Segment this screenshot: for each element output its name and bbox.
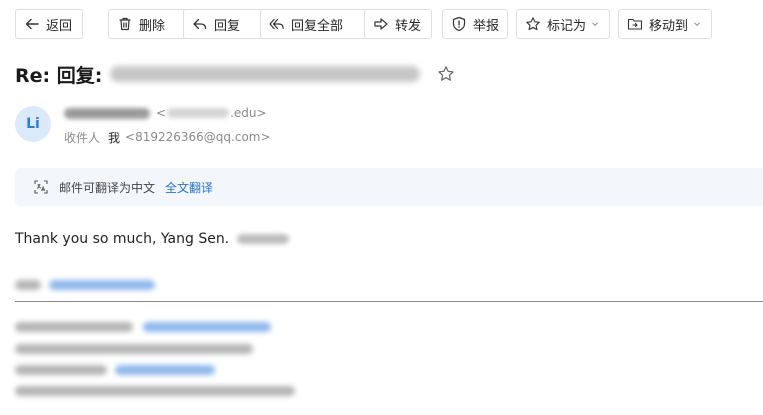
move-to-button[interactable]: 移动到 [618,9,712,39]
move-to-label: 移动到 [649,18,689,34]
reply-icon [192,16,208,32]
recipient-label: 收件人 [64,130,101,145]
delete-button[interactable]: 删除 [108,9,190,39]
quoted-link-line [15,278,155,292]
reply-all-button[interactable]: 回复全部 [260,9,371,39]
sender-addr-open: < [156,106,167,120]
email-subject: Re: 回复: [15,61,421,87]
translate-icon [33,179,49,195]
report-label: 举报 [473,18,500,34]
redacted-text [15,365,107,375]
sender-domain: .edu> [230,106,267,120]
forward-button[interactable]: 转发 [364,9,432,39]
subject-prefix: Re: 回复: [15,64,103,87]
chevron-down-icon [591,20,599,28]
redacted-text [15,386,295,396]
redacted-sender-addr [167,108,230,118]
redacted-sender-name [64,107,150,119]
redacted-link [143,322,271,332]
quoted-line [15,384,295,398]
star-outline-icon [525,16,541,32]
redacted-text [15,344,253,354]
quoted-line [15,342,253,356]
translate-notice: 邮件可翻译为中文 [59,180,156,195]
quoted-line [15,320,271,334]
redacted-text [15,280,41,290]
reply-button[interactable]: 回复 [183,9,265,39]
sender-row: < .edu> [64,104,267,122]
recipient-row: 收件人 我 <819226366@qq.com> [64,128,271,146]
forward-label: 转发 [395,18,422,34]
quoted-line [15,363,215,377]
redacted-link [115,365,215,375]
mark-as-button[interactable]: 标记为 [516,9,610,39]
folder-move-icon [627,16,643,32]
quote-divider [15,301,763,302]
mark-as-label: 标记为 [547,18,587,34]
redacted-signature [237,234,290,244]
avatar: Li [15,106,51,142]
redacted-link [49,280,155,290]
trash-icon [117,16,133,32]
star-icon[interactable] [437,65,455,83]
reply-all-label: 回复全部 [291,18,344,34]
reply-label: 回复 [214,18,241,34]
translate-bar: 邮件可翻译为中文 全文翻译 [15,168,763,206]
recipient-name: 我 [108,130,121,145]
delete-label: 删除 [139,18,166,34]
redacted-text [15,322,133,332]
email-body: Thank you so much, Yang Sen. [15,229,290,249]
report-button[interactable]: 举报 [442,9,508,39]
back-button[interactable]: 返回 [15,9,83,39]
chevron-down-icon [693,20,701,28]
back-label: 返回 [46,18,73,34]
translate-full-link[interactable]: 全文翻译 [165,179,213,196]
forward-icon [373,16,389,32]
reply-all-icon [269,16,285,32]
recipient-email: <819226366@qq.com> [125,130,271,144]
body-text: Thank you so much, Yang Sen. [15,231,230,247]
redacted-subject [110,66,421,82]
report-icon [451,16,467,32]
back-arrow-icon [24,16,40,32]
